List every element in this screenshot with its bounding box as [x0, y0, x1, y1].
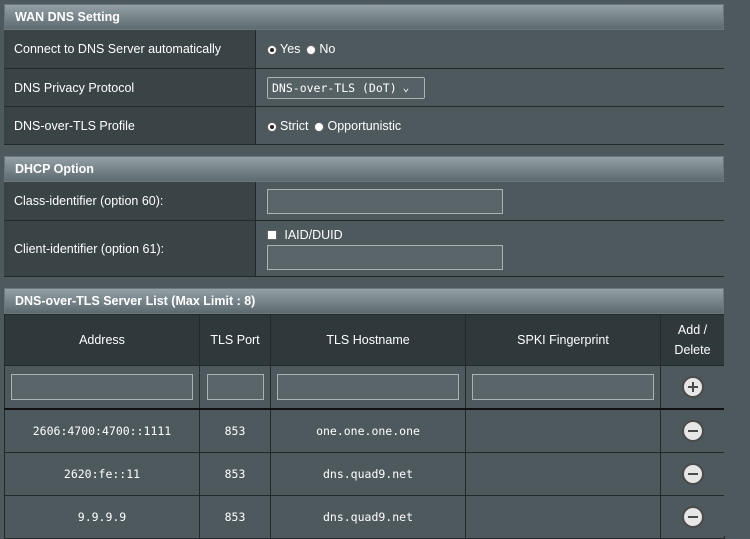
table-row: 2620:fe::11 853 dns.quad9.net: [4, 452, 725, 496]
col-address: Address: [4, 314, 200, 366]
iaid-duid-label: IAID/DUID: [284, 227, 343, 242]
plus-circle-icon[interactable]: [681, 376, 704, 398]
dot-server-table: Address TLS Port TLS Hostname SPKI Finge…: [4, 314, 725, 539]
server-address: 2620:fe::11: [4, 452, 200, 496]
server-hostname: dns.quad9.net: [270, 452, 466, 496]
dot-list-header: DNS-over-TLS Server List (Max Limit : 8): [4, 288, 724, 314]
table-row: 2606:4700:4700::1111 853 one.one.one.one: [4, 408, 725, 453]
server-spki: [465, 495, 661, 539]
new-address-input[interactable]: [11, 374, 193, 400]
server-spki: [465, 452, 661, 496]
class-identifier-row: Class-identifier (option 60):: [4, 182, 724, 221]
server-port: 853: [199, 495, 271, 539]
dot-profile-opportunistic-radio[interactable]: [314, 121, 325, 132]
table-row: 9.9.9.9 853 dns.quad9.net: [4, 495, 725, 539]
minus-circle-icon[interactable]: [681, 463, 704, 485]
col-tls-hostname: TLS Hostname: [270, 314, 466, 366]
connect-auto-label: Connect to DNS Server automatically: [4, 30, 256, 68]
dhcp-header: DHCP Option: [4, 156, 724, 182]
col-spki-fingerprint: SPKI Fingerprint: [465, 314, 661, 366]
minus-circle-icon[interactable]: [681, 420, 704, 442]
wan-dns-section: WAN DNS Setting Connect to DNS Server au…: [4, 4, 724, 145]
dot-profile-label: DNS-over-TLS Profile: [4, 107, 256, 144]
new-spki-input[interactable]: [472, 374, 654, 400]
col-tls-port: TLS Port: [199, 314, 271, 366]
server-port: 853: [199, 452, 271, 496]
server-address: 2606:4700:4700::1111: [4, 408, 200, 453]
connect-auto-yes-label: Yes: [280, 42, 301, 56]
client-identifier-input[interactable]: [267, 244, 503, 270]
dot-profile-strict-radio[interactable]: [267, 121, 277, 132]
dot-server-list-section: DNS-over-TLS Server List (Max Limit : 8)…: [4, 288, 725, 539]
wan-dns-header: WAN DNS Setting: [4, 4, 724, 30]
connect-auto-no-label: No: [319, 42, 336, 56]
dhcp-section: DHCP Option Class-identifier (option 60)…: [4, 156, 724, 277]
col-add-delete: Add / Delete: [660, 314, 725, 366]
class-identifier-label: Class-identifier (option 60):: [4, 182, 256, 220]
minus-circle-icon[interactable]: [681, 506, 704, 528]
chevron-down-icon: ⌄: [402, 81, 410, 94]
connect-auto-no-radio[interactable]: [306, 45, 317, 55]
right-panel-edge: [724, 0, 750, 536]
table-header-row: Address TLS Port TLS Hostname SPKI Finge…: [4, 314, 725, 366]
client-identifier-row: Client-identifier (option 61): IAID/DUID: [4, 221, 724, 277]
server-port: 853: [199, 408, 271, 453]
connect-auto-row: Connect to DNS Server automatically Yes …: [4, 30, 724, 69]
client-identifier-label: Client-identifier (option 61):: [4, 221, 256, 276]
dot-profile-strict-label: Strict: [280, 118, 309, 133]
server-hostname: dns.quad9.net: [270, 495, 466, 539]
dot-profile-opportunistic-label: Opportunistic: [327, 118, 402, 133]
class-identifier-input[interactable]: [267, 188, 503, 214]
server-hostname: one.one.one.one: [270, 408, 466, 453]
new-server-input-row: [4, 365, 725, 410]
iaid-duid-checkbox[interactable]: [267, 229, 277, 240]
new-port-input[interactable]: [206, 374, 264, 400]
connect-auto-yes-radio[interactable]: [267, 45, 277, 55]
dot-profile-row: DNS-over-TLS Profile Strict Opportunisti…: [4, 107, 724, 145]
server-spki: [465, 408, 661, 453]
server-address: 9.9.9.9: [4, 495, 200, 539]
privacy-protocol-label: DNS Privacy Protocol: [4, 69, 256, 106]
privacy-protocol-value: DNS-over-TLS (DoT): [272, 80, 397, 95]
privacy-protocol-select[interactable]: DNS-over-TLS (DoT) ⌄: [267, 76, 425, 99]
new-hostname-input[interactable]: [277, 374, 459, 400]
privacy-protocol-row: DNS Privacy Protocol DNS-over-TLS (DoT) …: [4, 69, 724, 107]
